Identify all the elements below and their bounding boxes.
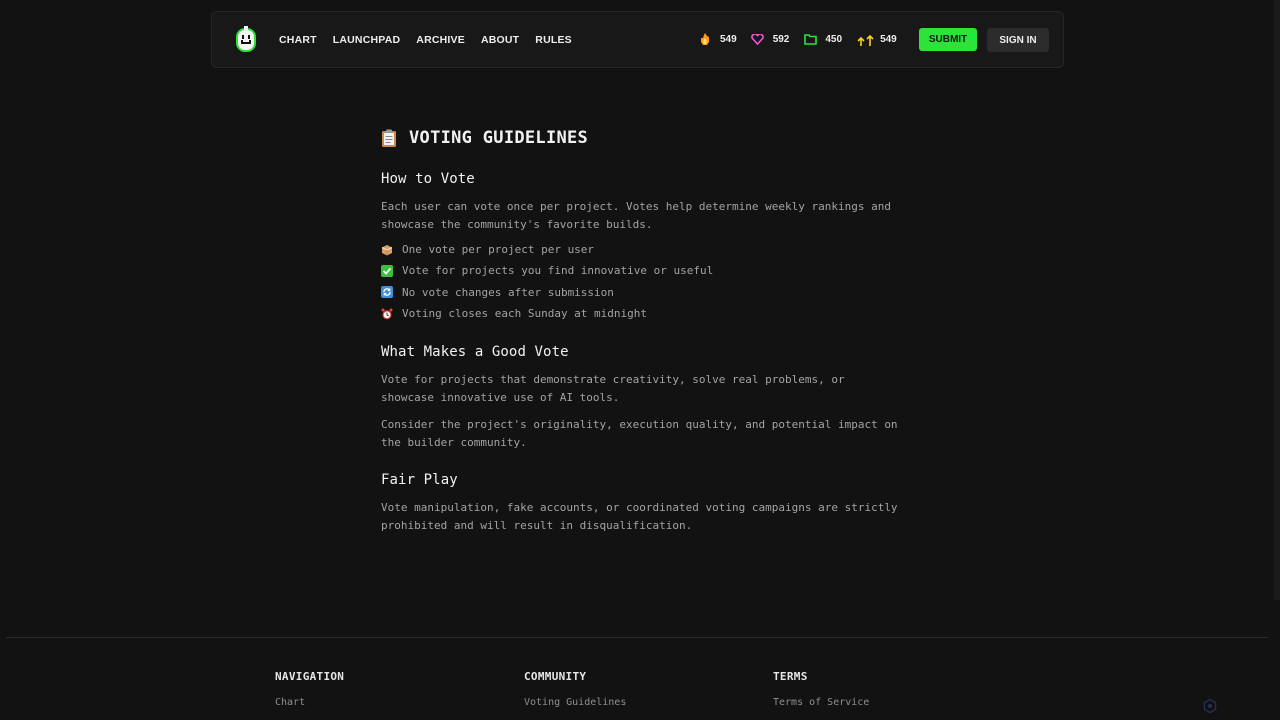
guidelines-content: VOTING GUIDELINES How to Vote Each user … [381, 126, 901, 534]
nav-link-chart[interactable]: CHART [279, 34, 317, 46]
refresh-icon [381, 286, 393, 299]
fair-play-heading: Fair Play [381, 472, 458, 489]
bullet-text: No vote changes after submission [402, 285, 614, 299]
corner-badge-icon[interactable] [1203, 699, 1217, 713]
main-nav: CHART LAUNCHPAD ARCHIVE ABOUT RULES [279, 12, 588, 67]
stat-folder-value: 450 [825, 34, 843, 45]
footer-col-terms: TERMS Terms of Service [773, 670, 869, 708]
good-vote-heading: What Makes a Good Vote [381, 344, 569, 361]
submit-button[interactable]: SUBMIT [919, 28, 977, 51]
footer-col-navigation: NAVIGATION Chart [275, 670, 344, 708]
list-item: Voting closes each Sunday at midnight [381, 303, 901, 324]
footer-divider [6, 637, 1268, 638]
top-navbar: CHART LAUNCHPAD ARCHIVE ABOUT RULES 549 … [211, 11, 1064, 68]
sign-in-button[interactable]: SIGN IN [987, 28, 1049, 52]
stat-fire: 549 [698, 33, 737, 47]
fair-play-section: Fair Play Vote manipulation, fake accoun… [381, 472, 901, 534]
footer-link-terms-of-service[interactable]: Terms of Service [773, 697, 869, 708]
page-title: VOTING GUIDELINES [381, 126, 901, 150]
footer-col-community: COMMUNITY Voting Guidelines [524, 670, 626, 708]
footer-heading: TERMS [773, 670, 808, 683]
footer-link-chart[interactable]: Chart [275, 697, 344, 708]
fire-icon [698, 33, 712, 47]
folder-icon [803, 33, 817, 47]
bullet-text: One vote per project per user [402, 243, 595, 257]
fair-play-text: Vote manipulation, fake accounts, or coo… [381, 501, 898, 532]
stat-folder: 450 [803, 33, 842, 47]
heart-icon [751, 33, 765, 47]
stat-upvotes-value: 549 [880, 34, 897, 45]
good-vote-text-2: Consider the project's originality, exec… [381, 418, 898, 449]
nav-link-rules[interactable]: RULES [535, 34, 572, 46]
stat-heart: 592 [751, 33, 790, 47]
box-icon [381, 244, 393, 256]
nav-link-launchpad[interactable]: LAUNCHPAD [333, 34, 401, 46]
footer-link-voting-guidelines[interactable]: Voting Guidelines [524, 697, 626, 708]
check-icon [381, 264, 393, 277]
footer-heading: NAVIGATION [275, 670, 345, 683]
clipboard-icon [382, 129, 396, 147]
how-to-vote-heading: How to Vote [381, 171, 475, 187]
good-vote-text-1: Vote for projects that demonstrate creat… [381, 373, 845, 404]
page-scrollbar[interactable] [1274, 0, 1280, 600]
list-item: Vote for projects you find innovative or… [381, 260, 901, 281]
page-title-text: VOTING GUIDELINES [409, 128, 589, 148]
nav-link-about[interactable]: ABOUT [481, 34, 519, 46]
up-arrows-icon [856, 33, 876, 47]
footer-heading: COMMUNITY [524, 670, 587, 683]
stat-upvotes: 549 [856, 33, 897, 47]
bullet-text: Vote for projects you find innovative or… [402, 264, 714, 278]
bullet-text: Voting closes each Sunday at midnight [402, 307, 648, 321]
good-vote-section: What Makes a Good Vote Vote for projects… [381, 344, 901, 451]
stat-fire-value: 549 [720, 34, 737, 45]
stats-bar: 549 592 450 549 [698, 12, 911, 67]
pixel-smiley-logo-icon[interactable] [233, 25, 259, 55]
how-to-vote-section: How to Vote Each user can vote once per … [381, 171, 901, 324]
alarm-clock-icon [381, 308, 393, 319]
how-to-vote-text: Each user can vote once per project. Vot… [381, 200, 891, 231]
stat-heart-value: 592 [772, 34, 790, 45]
vote-rules-list: One vote per project per user Vote for p… [381, 239, 901, 324]
nav-link-archive[interactable]: ARCHIVE [416, 34, 465, 46]
list-item: One vote per project per user [381, 239, 901, 260]
list-item: No vote changes after submission [381, 282, 901, 303]
